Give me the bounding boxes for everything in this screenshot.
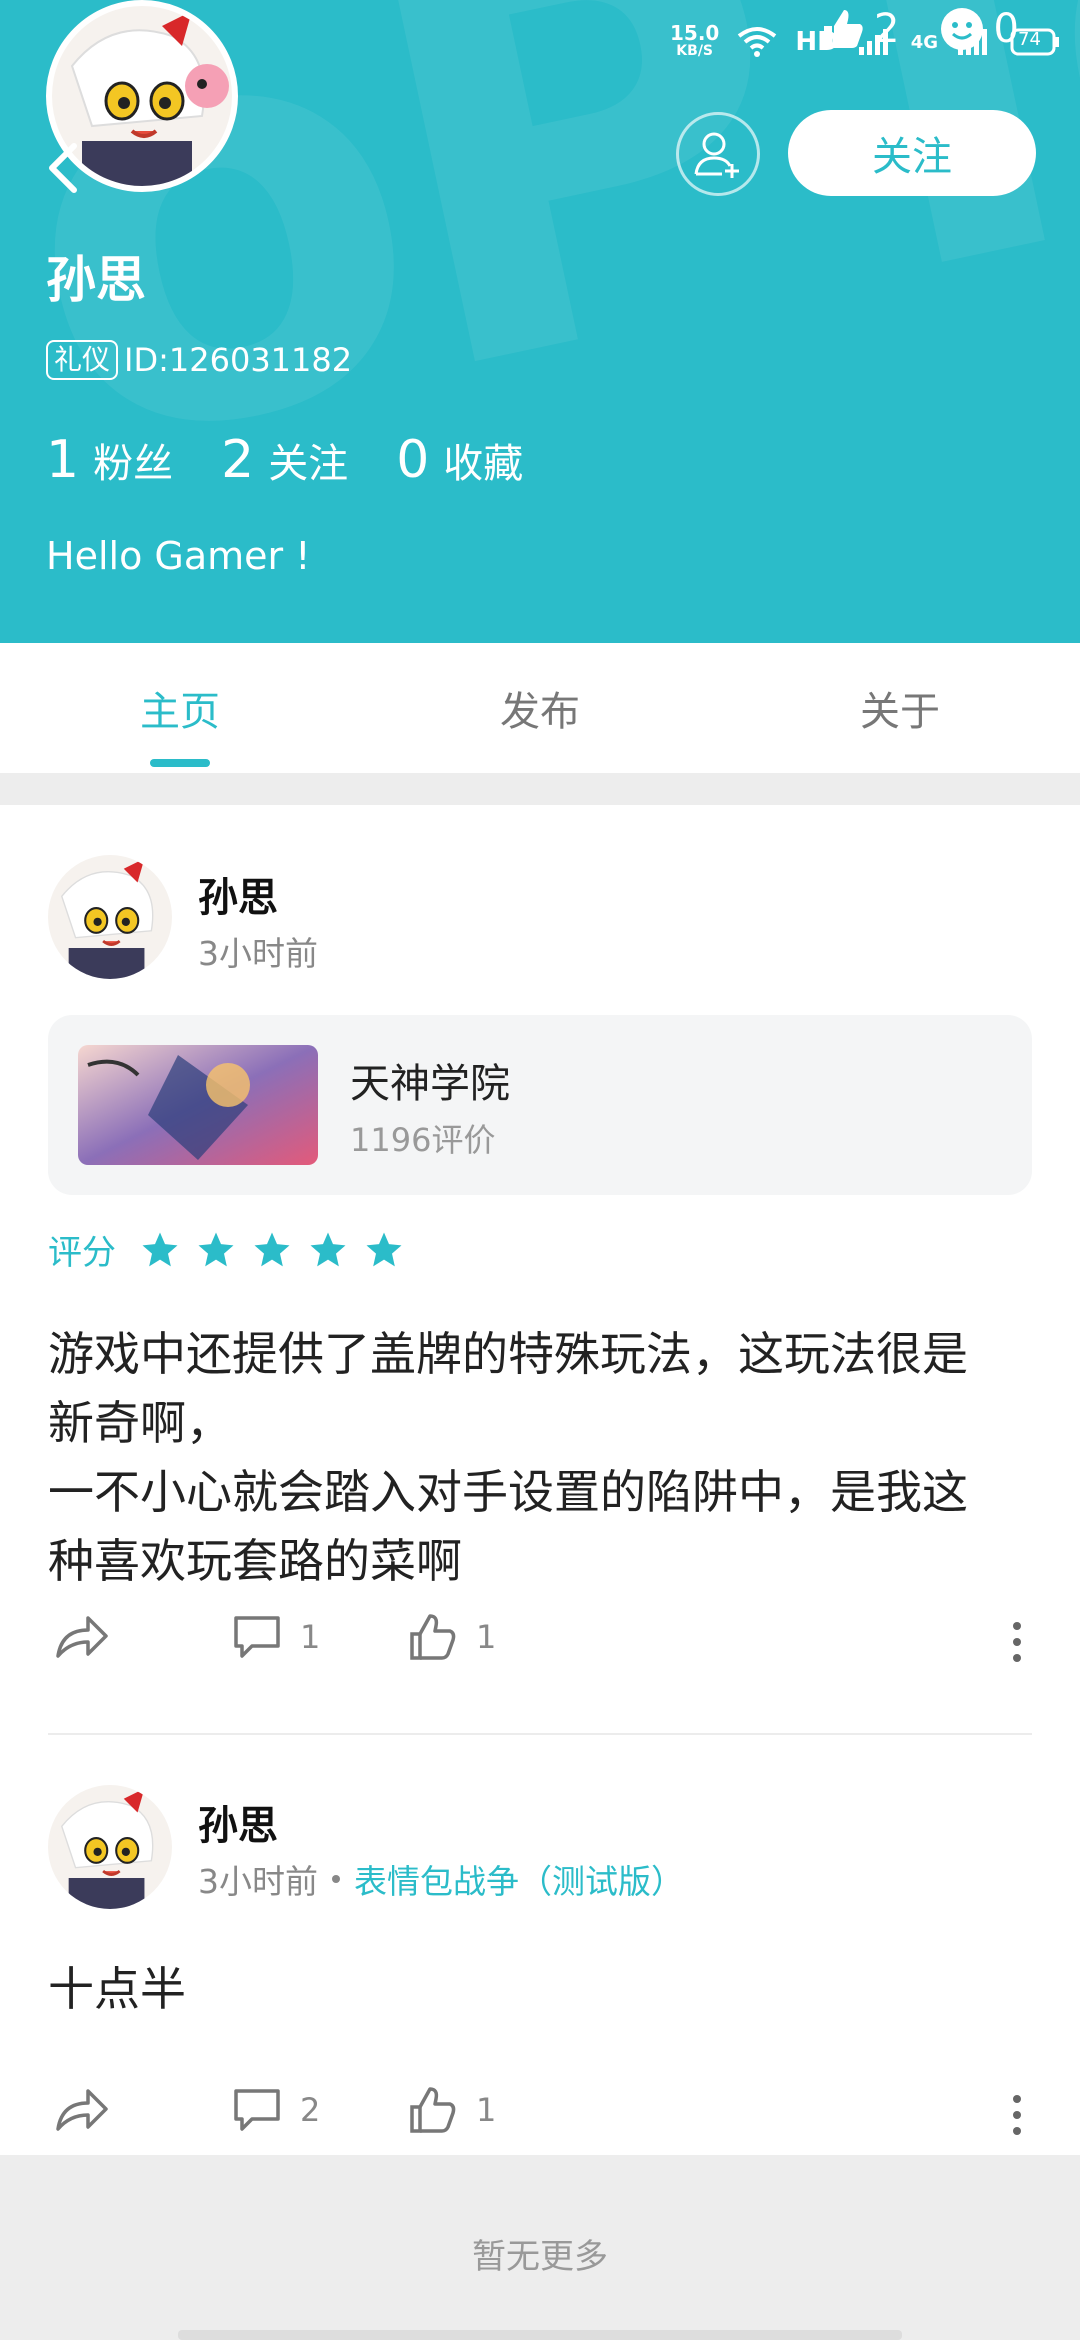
rating-stars [140,1230,404,1270]
scroll-indicator [178,2330,902,2340]
like-count: 2 [874,6,900,52]
user-id: ID:126031182 [124,341,353,379]
stat-label: 关注 [268,441,349,487]
post-username[interactable]: 孙思 [198,1793,278,1851]
stat-favorites[interactable]: 0 收藏 [396,430,523,490]
more-options-button[interactable] [1002,1612,1032,1672]
back-arrow-icon [49,143,77,193]
post-divider [48,1733,1032,1735]
star-icon [198,1232,234,1266]
star-icon [310,1232,346,1266]
post-topic-link[interactable]: 表情包战争（测试版） [354,1855,684,1903]
post-meta: 3小时前 表情包战争（测试版） [198,1855,684,1903]
post-feed: 孙思 3小时前 天神学院 1196评价 评分 游戏中还提供了盖牌的特殊玩法，这玩… [0,805,1080,2155]
star-icon [142,1232,178,1266]
profile-tabs: 主页 发布 关于 [0,643,1080,773]
more-dot [1013,2127,1021,2135]
wifi-icon [737,26,777,58]
thumbs-up-icon [410,1614,456,1660]
tab-home[interactable]: 主页 [0,643,360,773]
follow-button[interactable]: 关注 [788,110,1036,196]
more-dot [1013,1638,1021,1646]
tab-about[interactable]: 关于 [720,643,1080,773]
smiley-icon [941,8,984,50]
profile-header: oPTo 15.0 KB/S HD 4G 74 2 0 关注 孙思 礼仪 ID:… [0,0,1080,643]
post-time: 3小时前 [198,1862,318,1901]
battery-level: 74 [1018,29,1041,50]
floating-counts: 2 0 [820,6,1019,52]
stat-label: 收藏 [443,441,524,487]
user-tag: 礼仪 [46,340,119,380]
comment-count: 2 [300,2091,321,2129]
avatar-image [48,855,172,979]
speed-unit: KB/S [676,43,714,59]
comment-icon [234,2089,280,2131]
stat-number: 0 [396,430,430,490]
like-count: 1 [476,2091,497,2129]
speed-value: 15.0 [669,21,720,45]
no-more-text: 暂无更多 [472,2237,608,2277]
share-icon [56,1616,108,1658]
stat-followers[interactable]: 1 粉丝 [46,430,173,490]
more-dot [1013,2111,1021,2119]
game-name: 天神学院 [350,1061,510,1107]
rating-label: 评分 [48,1233,116,1273]
stat-following[interactable]: 2 关注 [221,430,348,490]
star-icon [254,1232,290,1266]
section-divider [0,773,1080,805]
post-content: 十点半 [48,1962,186,2016]
game-card[interactable]: 天神学院 1196评价 [48,1015,1032,1195]
share-button[interactable] [54,2085,110,2133]
profile-name: 孙思 [46,251,146,309]
network-speed: 15.0 KB/S [669,21,720,60]
comment-button[interactable]: 2 [232,2085,320,2135]
back-button[interactable] [44,140,84,196]
more-vertical-icon [1013,2095,1021,2103]
rating-row: 评分 [48,1225,404,1274]
post-actions: 2 1 [48,2085,1032,2145]
emoji-count-badge[interactable]: 0 [939,6,1019,52]
post-meta: 3小时前 [198,927,318,975]
post-card: 孙思 3小时前 表情包战争（测试版） 十点半 2 1 [48,1785,1032,2155]
more-options-button[interactable] [1002,2085,1032,2145]
thumbs-up-icon [410,2087,456,2133]
avatar-image [48,1785,172,1909]
tab-posts[interactable]: 发布 [360,643,720,773]
emoji-count: 0 [993,6,1019,52]
like-button[interactable]: 1 [408,1612,496,1662]
thumbs-up-icon [824,10,863,48]
post-time: 3小时前 [198,934,318,973]
more-dot [1013,1654,1021,1662]
profile-id-row: 礼仪 ID:126031182 [46,340,352,380]
profile-bio: Hello Gamer ! [46,534,311,578]
like-count: 1 [476,1618,497,1656]
post-actions: 1 1 [48,1612,1032,1672]
post-content: 游戏中还提供了盖牌的特殊玩法，这玩法很是 新奇啊， 一不小心就会踏入对手设置的陷… [48,1327,968,1588]
add-friend-button[interactable] [676,112,760,196]
post-avatar[interactable] [48,855,172,979]
post-avatar[interactable] [48,1785,172,1909]
comment-count: 1 [300,1618,321,1656]
star-icon [366,1232,402,1266]
game-cover-image [78,1045,318,1165]
stat-label: 粉丝 [93,441,174,487]
game-review-count: 1196评价 [350,1121,496,1159]
comment-button[interactable]: 1 [232,1612,320,1662]
share-button[interactable] [54,1612,110,1660]
add-user-icon [694,132,739,178]
profile-stats: 1 粉丝 2 关注 0 收藏 [46,430,523,490]
meta-separator [332,1875,340,1883]
like-button[interactable]: 1 [408,2085,496,2135]
stat-number: 1 [46,430,80,490]
more-vertical-icon [1013,1622,1021,1630]
share-icon [56,2089,108,2131]
comment-icon [234,1616,280,1658]
stat-number: 2 [221,430,255,490]
like-count-badge[interactable]: 2 [820,6,899,52]
feed-footer: 暂无更多 [0,2155,1080,2340]
post-username[interactable]: 孙思 [198,865,278,923]
game-thumbnail [78,1045,318,1165]
